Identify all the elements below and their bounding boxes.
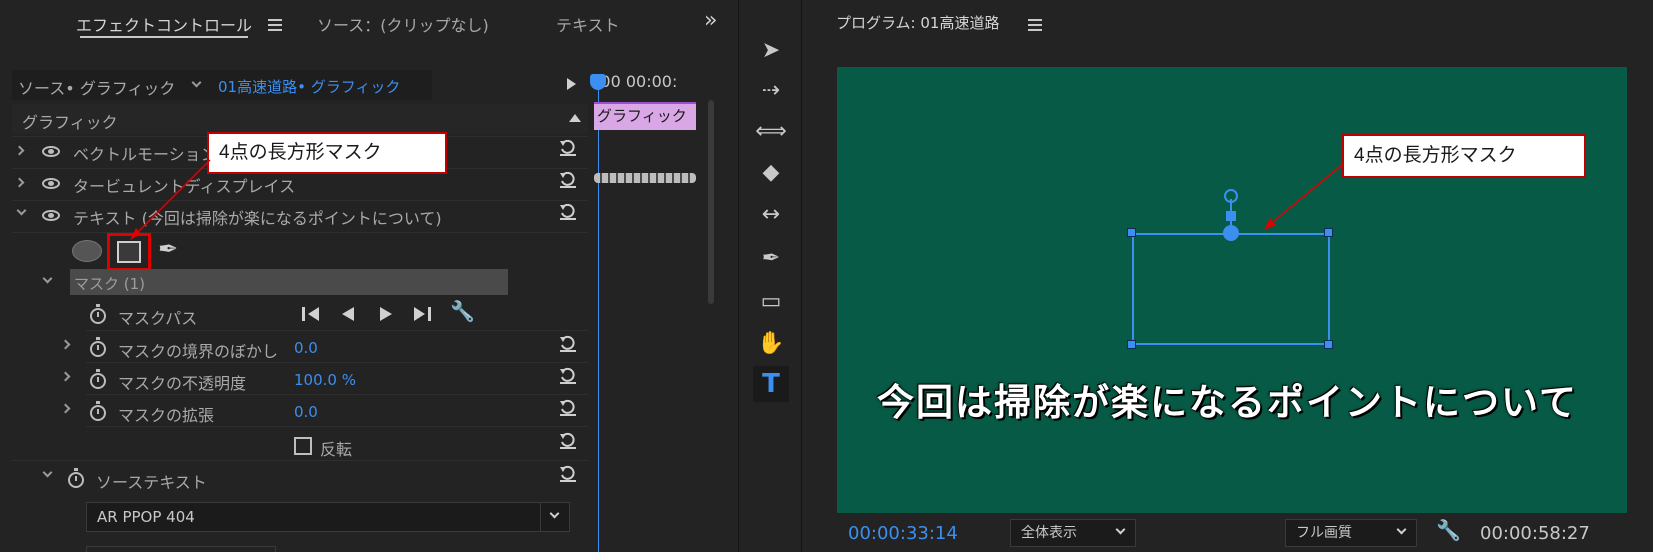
slip-tool-icon[interactable]: ↔	[753, 196, 789, 232]
keyframe-strip[interactable]	[594, 173, 696, 183]
zoom-dropdown[interactable]: 全体表示	[1010, 519, 1136, 547]
rectangle-tool-icon[interactable]: ▭	[753, 283, 789, 319]
pen-tool-icon[interactable]: ✒	[753, 240, 789, 276]
graphic-clip[interactable]: グラフィック	[594, 102, 696, 130]
quality-value: フル画質	[1296, 525, 1352, 541]
tools-panel: ➤ ⇢ ⟺ ◆ ↔ ✒ ▭ ✋ T	[738, 0, 802, 552]
quality-dropdown[interactable]: フル画質	[1285, 519, 1417, 547]
current-timecode[interactable]: 00:00:33:14	[848, 523, 958, 544]
track-select-tool-icon[interactable]: ⇢	[753, 72, 789, 108]
callout-arrow-preview	[1264, 163, 1344, 230]
timeline-timecodes: :00 00:00:	[595, 72, 678, 91]
duration-timecode: 00:00:58:27	[1480, 523, 1590, 544]
selection-tool-icon[interactable]: ➤	[753, 32, 789, 68]
hand-tool-icon[interactable]: ✋	[753, 325, 789, 361]
playhead-line	[598, 86, 599, 552]
mini-timeline[interactable]: :00 00:00: グラフィック	[590, 66, 718, 552]
program-monitor-panel: プログラム: 01高速道路 今回は掃除が楽になるポイントについて 4点の長方形マ…	[812, 0, 1653, 552]
zoom-value: 全体表示	[1021, 525, 1077, 541]
effect-controls-panel: エフェクトコントロール ソース：(クリップなし) テキスト » ソース• グラフ…	[0, 0, 728, 552]
ripple-edit-tool-icon[interactable]: ⟺	[753, 113, 789, 149]
type-tool-icon[interactable]: T	[753, 366, 789, 402]
wrench-icon[interactable]: 🔧	[1436, 518, 1461, 542]
razor-tool-icon[interactable]: ◆	[753, 154, 789, 190]
scrollbar[interactable]	[708, 100, 714, 304]
